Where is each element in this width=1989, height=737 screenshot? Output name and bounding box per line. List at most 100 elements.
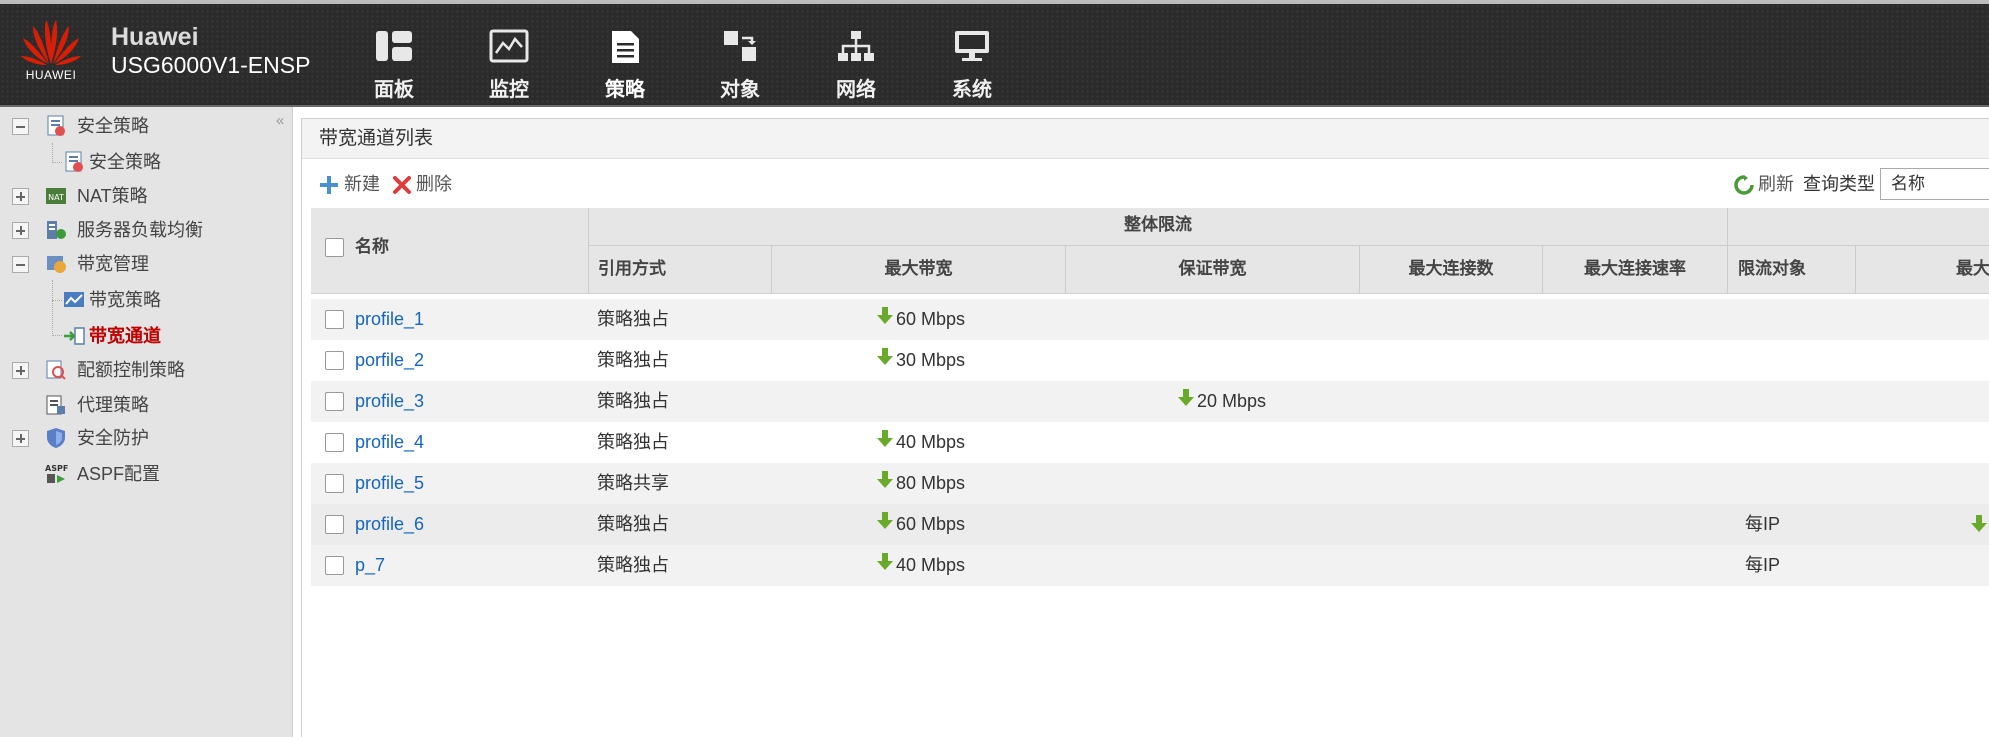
row-checkbox[interactable]: [325, 515, 344, 534]
collapse-icon[interactable]: [12, 256, 29, 273]
new-label: 新建: [344, 174, 380, 194]
table-row[interactable]: p_7 策略独占 40 Mbps 每IP: [311, 545, 1989, 586]
collapse-icon[interactable]: [12, 118, 29, 135]
down-arrow-icon: [1178, 389, 1194, 407]
sidebar-item-label: 安全策略: [89, 152, 161, 172]
sidebar-item-label: 安全策略: [77, 116, 149, 136]
nav-network[interactable]: 网络: [815, 29, 897, 102]
sidebar-item-label: 安全防护: [77, 428, 149, 448]
col-guar-bw-header[interactable]: 保证带宽: [1065, 246, 1359, 294]
page-title: 带宽通道列表: [302, 119, 1989, 159]
row-name-link[interactable]: profile_4: [355, 422, 424, 463]
max-bw-value: 40 Mbps: [896, 432, 966, 452]
row-checkbox[interactable]: [325, 351, 344, 370]
col-max-header[interactable]: 最大: [1855, 246, 1989, 294]
sidebar-item-nat-policy[interactable]: NAT NAT策略: [0, 181, 293, 211]
col-target-header[interactable]: 限流对象: [1727, 246, 1855, 294]
down-arrow-icon: [1971, 515, 1987, 532]
col-max-conn-header[interactable]: 最大连接数: [1359, 246, 1542, 294]
table-row[interactable]: porfile_2 策略独占 30 Mbps: [311, 340, 1989, 381]
table-header: 名称 整体限流 引用方式 最大带宽 保证带宽 最大连接数 最大连接速率 限流对象…: [311, 208, 1989, 294]
row-max-bw: 30 Mbps: [877, 340, 965, 381]
nav-system[interactable]: 系统: [931, 29, 1013, 102]
sidebar-item-label: NAT策略: [77, 186, 148, 206]
row-checkbox[interactable]: [325, 392, 344, 411]
row-name-link[interactable]: p_7: [355, 545, 385, 586]
row-name-link[interactable]: porfile_2: [355, 340, 424, 381]
expand-icon[interactable]: [12, 362, 29, 379]
col-ref-header[interactable]: 引用方式: [588, 246, 771, 294]
nav-label: 系统: [952, 79, 992, 101]
shield-icon: [45, 427, 67, 449]
delete-label: 删除: [416, 174, 452, 194]
row-max-bw: 40 Mbps: [877, 422, 965, 463]
new-button[interactable]: 新建: [318, 171, 380, 197]
col-name-header[interactable]: 名称: [355, 235, 389, 259]
dashboard-icon: [353, 29, 435, 71]
row-ref-mode: 策略共享: [597, 473, 669, 493]
guar-bw-value: 20 Mbps: [1197, 391, 1267, 411]
system-icon: [931, 29, 1013, 71]
table-row[interactable]: profile_3 策略独占 20 Mbps: [311, 381, 1989, 422]
security-policy-icon: [45, 115, 67, 137]
col-max-conn-rate-header[interactable]: 最大连接速率: [1542, 246, 1727, 294]
sidebar-item-security-policy-group[interactable]: 安全策略: [0, 111, 293, 141]
nav-dashboard[interactable]: 面板: [353, 29, 435, 102]
down-arrow-icon: [877, 430, 893, 448]
aspf-icon: ASPF: [45, 463, 68, 485]
nav-label: 面板: [374, 79, 414, 101]
down-arrow-icon: [877, 471, 893, 489]
down-arrow-icon: [877, 348, 893, 366]
row-checkbox[interactable]: [325, 474, 344, 493]
toolbar: 新建 删除 刷新 查询类型 名称: [302, 159, 1989, 207]
nav-label: 对象: [720, 79, 760, 101]
quota-icon: [45, 359, 67, 381]
row-limit-target: 每IP: [1745, 514, 1781, 534]
expand-icon[interactable]: [12, 430, 29, 447]
row-ref-mode: 策略独占: [597, 432, 669, 452]
nav-policy[interactable]: 策略: [584, 29, 666, 102]
query-type-select[interactable]: 名称: [1880, 168, 1989, 200]
nat-icon: NAT: [45, 185, 67, 207]
refresh-label: 刷新: [1758, 174, 1794, 194]
row-checkbox[interactable]: [325, 310, 344, 329]
table-row[interactable]: profile_6 策略独占 60 Mbps 每IP: [311, 504, 1989, 545]
group-header-2: [1727, 208, 1989, 246]
sidebar-item-server-lb[interactable]: 服务器负载均衡: [0, 215, 293, 245]
overall-limit-group-header: 整体限流: [588, 208, 1727, 246]
row-max-bw: 80 Mbps: [877, 463, 965, 504]
select-all-checkbox[interactable]: [325, 238, 344, 257]
down-arrow-icon: [877, 512, 893, 530]
sidebar-item-security-protection[interactable]: 安全防护: [0, 423, 293, 453]
bandwidth-mgmt-icon: [45, 253, 67, 275]
sidebar-item-quota-policy[interactable]: 配额控制策略: [0, 355, 293, 385]
table-row[interactable]: profile_5 策略共享 80 Mbps: [311, 463, 1989, 504]
sidebar-item-aspf[interactable]: ASPF ASPF配置: [0, 459, 293, 489]
row-name-link[interactable]: profile_5: [355, 463, 424, 504]
refresh-button[interactable]: 刷新: [1734, 171, 1794, 197]
sidebar-item-bandwidth-policy[interactable]: 带宽策略: [0, 285, 293, 315]
sidebar-item-security-policy[interactable]: 安全策略: [0, 147, 293, 177]
sidebar-item-proxy-policy[interactable]: 代理策略: [0, 390, 293, 420]
table-row[interactable]: profile_1 策略独占 60 Mbps: [311, 299, 1989, 340]
nav-monitor[interactable]: 监控: [468, 29, 550, 102]
sidebar-item-label: ASPF配置: [77, 464, 161, 484]
expand-icon[interactable]: [12, 222, 29, 239]
network-icon: [815, 29, 897, 71]
expand-icon[interactable]: [12, 188, 29, 205]
row-checkbox[interactable]: [325, 433, 344, 452]
nav-label: 网络: [836, 79, 876, 101]
sidebar-item-label: 服务器负载均衡: [77, 220, 203, 240]
nav-object[interactable]: 对象: [699, 29, 781, 102]
row-name-link[interactable]: profile_1: [355, 299, 424, 340]
row-name-link[interactable]: profile_3: [355, 381, 424, 422]
huawei-logo: HUAWEI: [14, 16, 88, 88]
row-name-link[interactable]: profile_6: [355, 504, 424, 545]
sidebar-item-bandwidth-channel[interactable]: 带宽通道: [0, 321, 293, 351]
row-checkbox[interactable]: [325, 556, 344, 575]
row-ref-mode: 策略独占: [597, 514, 669, 534]
sidebar-item-bandwidth-mgmt[interactable]: 带宽管理: [0, 249, 293, 279]
col-max-bw-header[interactable]: 最大带宽: [771, 246, 1065, 294]
delete-button[interactable]: 删除: [392, 171, 452, 197]
table-row[interactable]: profile_4 策略独占 40 Mbps: [311, 422, 1989, 463]
